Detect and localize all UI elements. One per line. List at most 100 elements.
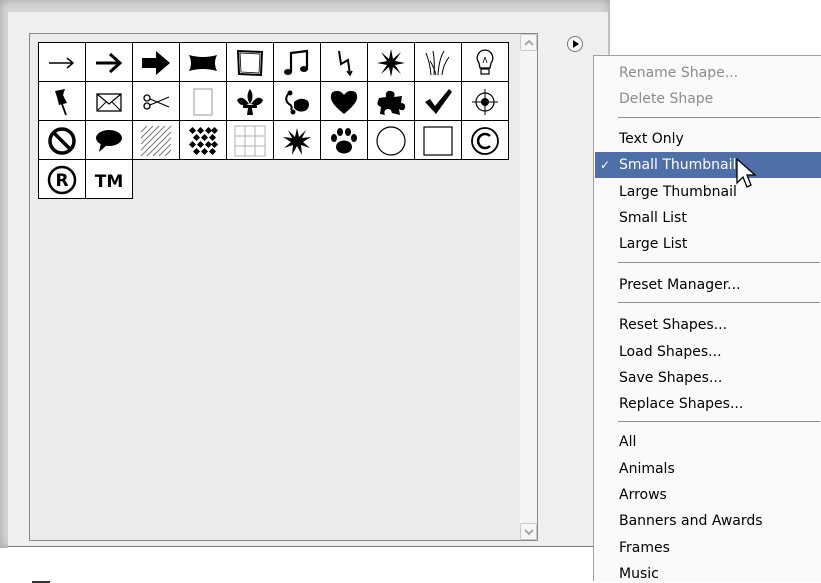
shape-blank-page[interactable] xyxy=(179,81,227,121)
copyright-icon xyxy=(471,127,499,155)
blank-page-icon xyxy=(193,88,213,116)
menu-item-label: Reset Shapes... xyxy=(619,317,728,333)
menu-item-large-thumbnail[interactable]: Large Thumbnail xyxy=(595,179,821,205)
menu-separator xyxy=(618,262,820,263)
shape-puzzle[interactable] xyxy=(367,81,415,121)
chevron-down-icon xyxy=(524,529,534,536)
shape-grid[interactable] xyxy=(226,120,274,160)
scroll-up-button[interactable] xyxy=(520,34,537,51)
shape-dots-grid[interactable] xyxy=(179,120,227,160)
shape-hatched-square[interactable] xyxy=(132,120,180,160)
shape-ornament[interactable] xyxy=(273,81,321,121)
shape-frame[interactable] xyxy=(226,42,274,82)
menu-item-label: Frames xyxy=(619,540,670,556)
target-icon xyxy=(472,89,498,115)
registered-icon: R xyxy=(47,165,77,195)
menu-separator xyxy=(618,117,820,118)
menu-item-label: Text Only xyxy=(619,131,684,147)
menu-item-small-list[interactable]: Small List xyxy=(595,205,821,231)
menu-item-banners-and-awards[interactable]: Banners and Awards xyxy=(595,508,821,534)
menu-item-save-shapes[interactable]: Save Shapes... xyxy=(595,365,821,391)
shape-list: R TM xyxy=(29,33,538,541)
shape-sunburst[interactable] xyxy=(367,42,415,82)
menu-item-label: Banners and Awards xyxy=(619,513,763,529)
shape-checkmark[interactable] xyxy=(414,81,462,121)
shape-arrow-3[interactable] xyxy=(132,42,180,82)
arrow-2-icon xyxy=(96,52,123,74)
shape-grass[interactable] xyxy=(414,42,462,82)
shape-heart[interactable] xyxy=(320,81,368,121)
mouse-cursor-icon xyxy=(736,158,757,188)
menu-item-all[interactable]: All xyxy=(595,429,821,455)
menu-item-animals[interactable]: Animals xyxy=(595,456,821,482)
fleur-de-lis-icon xyxy=(237,89,263,115)
trademark-label: TM xyxy=(95,172,124,192)
square-icon xyxy=(423,126,453,156)
shape-pushpin[interactable] xyxy=(38,81,86,121)
arrow-3-icon xyxy=(142,51,170,75)
shape-arrow-1[interactable] xyxy=(38,42,86,82)
grass-icon xyxy=(425,50,450,76)
menu-item-frames[interactable]: Frames xyxy=(595,535,821,561)
menu-item-label: Rename Shape... xyxy=(619,65,739,81)
no-symbol-icon xyxy=(48,127,76,155)
menu-item-small-thumbnail[interactable]: ✓ Small Thumbnail xyxy=(595,152,821,178)
menu-item-large-list[interactable]: Large List xyxy=(595,231,821,257)
shape-starburst[interactable] xyxy=(273,120,321,160)
trademark-icon: TM xyxy=(95,172,124,192)
shape-paw-print[interactable] xyxy=(320,120,368,160)
bottom-strip xyxy=(8,546,608,583)
menu-item-label: All xyxy=(619,434,637,450)
scroll-down-button[interactable] xyxy=(520,523,537,540)
shape-light-bulb[interactable] xyxy=(461,42,509,82)
shape-arrow-2[interactable] xyxy=(85,42,133,82)
shape-copyright[interactable] xyxy=(461,120,509,160)
menu-item-label: Load Shapes... xyxy=(619,344,722,360)
menu-item-rename-shape: Rename Shape... xyxy=(595,60,821,86)
speech-bubble-icon xyxy=(96,130,122,152)
pushpin-icon xyxy=(55,89,67,116)
menu-item-arrows[interactable]: Arrows xyxy=(595,482,821,508)
menu-item-load-shapes[interactable]: Load Shapes... xyxy=(595,339,821,365)
menu-item-label: Replace Shapes... xyxy=(619,396,744,412)
menu-separator xyxy=(618,421,820,422)
menu-item-delete-shape: Delete Shape xyxy=(595,86,821,112)
chevron-up-icon xyxy=(524,39,534,46)
triangle-right-icon xyxy=(573,40,579,48)
checkmark-icon: ✓ xyxy=(600,158,611,172)
menu-item-preset-manager[interactable]: Preset Manager... xyxy=(595,272,821,298)
shape-speech-bubble[interactable] xyxy=(85,120,133,160)
shape-music-note[interactable] xyxy=(273,42,321,82)
panel-menu-button[interactable] xyxy=(567,36,583,52)
lightning-icon xyxy=(338,50,353,77)
shape-square[interactable] xyxy=(414,120,462,160)
envelope-icon xyxy=(96,93,122,112)
menu-separator xyxy=(618,302,820,303)
shape-registered[interactable]: R xyxy=(38,159,86,199)
menu-item-music[interactable]: Music xyxy=(595,561,821,581)
shape-envelope[interactable] xyxy=(85,81,133,121)
shape-circle[interactable] xyxy=(367,120,415,160)
shape-trademark[interactable]: TM xyxy=(85,159,133,199)
shape-target[interactable] xyxy=(461,81,509,121)
menu-item-label: Preset Manager... xyxy=(619,277,741,293)
shape-fleur-de-lis[interactable] xyxy=(226,81,274,121)
checkmark-icon xyxy=(425,89,452,114)
menu-item-label: Delete Shape xyxy=(619,91,714,107)
shape-lightning[interactable] xyxy=(320,42,368,82)
scissors-icon xyxy=(143,94,170,110)
menu-item-label: Music xyxy=(619,566,659,581)
light-bulb-icon xyxy=(476,49,494,75)
shape-banner[interactable] xyxy=(179,42,227,82)
shape-list-scrollbar[interactable] xyxy=(520,34,537,540)
dots-grid-icon xyxy=(188,126,219,156)
menu-item-replace-shapes[interactable]: Replace Shapes... xyxy=(595,391,821,417)
sunburst-icon xyxy=(377,49,405,77)
menu-item-label: Animals xyxy=(619,461,675,477)
menu-item-reset-shapes[interactable]: Reset Shapes... xyxy=(595,312,821,338)
menu-item-text-only[interactable]: Text Only xyxy=(595,126,821,152)
menu-item-label: Small List xyxy=(619,210,687,226)
shape-scissors[interactable] xyxy=(132,81,180,121)
shape-no-symbol[interactable] xyxy=(38,120,86,160)
music-note-icon xyxy=(284,49,309,75)
